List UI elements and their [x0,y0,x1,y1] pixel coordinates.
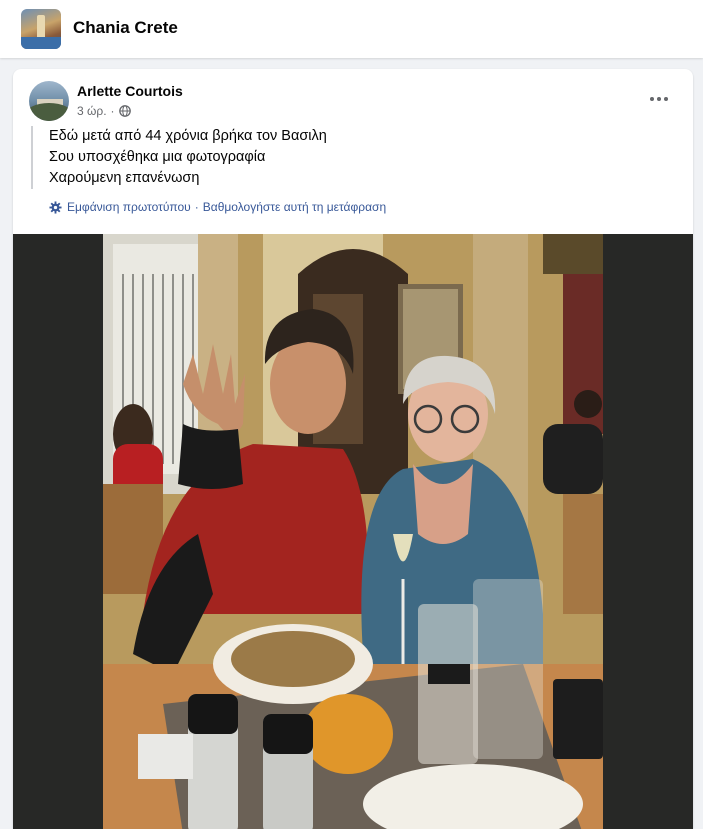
post-line: Χαρούμενη επανένωση [49,170,200,186]
post-line: Εδώ μετά από 44 χρόνια βρήκα τον Βασιλη [49,128,327,144]
gear-icon [49,200,62,214]
post-message: Εδώ μετά από 44 χρόνια βρήκα τον Βασιλη … [31,126,327,189]
post-photo[interactable] [103,234,603,829]
author-name[interactable]: Arlette Courtois [77,83,183,99]
post-line: Σου υποσχέθηκα μια φωτογραφία [49,149,266,165]
group-avatar[interactable] [21,9,61,49]
show-original-link[interactable]: Εμφάνιση πρωτοτύπου [67,200,191,214]
globe-icon [118,105,131,117]
separator: · [194,200,199,214]
post-card: Arlette Courtois 3 ώρ. · Εδώ μετά από 44… [13,69,693,829]
translation-bar: Εμφάνιση πρωτοτύπου · Βαθμολογήστε αυτή … [49,200,386,214]
rate-translation-link[interactable]: Βαθμολογήστε αυτή τη μετάφραση [203,200,386,214]
more-options-icon [650,97,654,101]
post-time[interactable]: 3 ώρ. [77,104,107,118]
more-options-button[interactable] [645,85,673,113]
group-name[interactable]: Chania Crete [73,18,178,38]
author-avatar[interactable] [29,81,69,121]
post-meta: 3 ώρ. · [77,104,131,118]
group-header: Chania Crete [0,0,703,58]
post-photo-frame[interactable] [13,234,693,829]
